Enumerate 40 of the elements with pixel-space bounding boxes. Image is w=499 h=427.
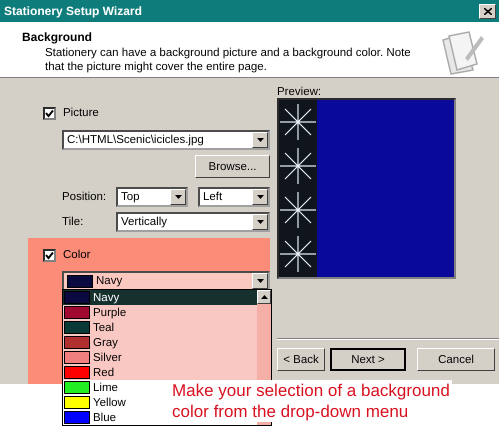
color-option[interactable]: Blue [63,410,120,425]
header-title: Background [22,30,94,44]
caret-icon [256,279,264,283]
annotation-caption: Make your selection of a background [172,380,452,401]
tile-dropdown[interactable]: Vertically [116,212,270,232]
color-option[interactable]: Yellow [63,395,129,410]
checkmark-icon [45,108,54,118]
color-option[interactable]: Purple [63,305,130,320]
color-checkbox[interactable] [43,248,56,262]
wizard-button[interactable]: Next > [330,348,406,371]
color-label: Color [63,249,90,261]
window-title: Stationery Setup Wizard [4,4,142,18]
wizard-button[interactable]: < Back [277,348,325,371]
browse-button[interactable]: Browse... [195,155,270,178]
wizard-button[interactable]: Cancel [417,348,495,371]
picture-checkbox[interactable] [43,106,56,120]
color-option[interactable]: Teal [63,320,118,335]
color-option[interactable]: Red [63,365,118,380]
close-icon [484,8,492,14]
caret-icon [260,295,268,299]
horizontal-position-dropdown[interactable]: Left [198,187,270,207]
caret-icon [256,220,264,224]
preview-label: Preview: [277,86,322,98]
picture-path-dropdown[interactable]: C:\HTML\Scenic\icicles.jpg [62,130,270,150]
caret-icon [256,195,264,199]
vertical-position-dropdown[interactable]: Top [116,187,188,207]
position-label: Position: [62,191,108,203]
color-option[interactable]: Silver [63,350,125,365]
checkmark-icon [45,250,54,260]
annotation-caption: color from the drop-down menu [172,401,410,422]
header-description: Stationery can have a background picture and a background color. Note that the picture might cover the entire page. [44,46,412,74]
color-option[interactable]: Navy [63,290,257,305]
color-option[interactable]: Lime [63,380,121,395]
color-dropdown[interactable]: Navy [62,271,270,291]
tile-label: Tile: [62,216,84,228]
picture-label: Picture [63,107,99,119]
caret-icon [174,195,182,199]
caret-icon [256,138,264,142]
close-button[interactable] [479,4,496,18]
color-option[interactable]: Gray [63,335,121,350]
